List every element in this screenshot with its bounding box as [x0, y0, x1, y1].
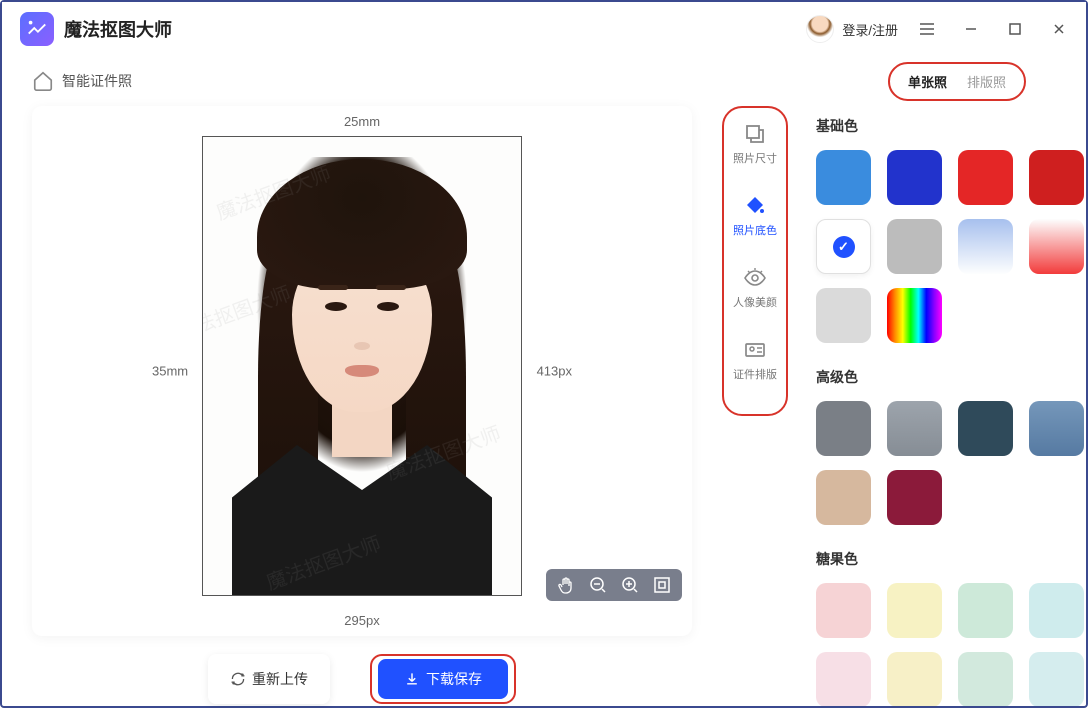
photo-preview[interactable]: 魔法抠图大师 魔法抠图大师 魔法抠图大师 魔法抠图大师: [202, 136, 522, 596]
color-swatch[interactable]: [887, 219, 942, 274]
color-swatch[interactable]: [887, 652, 942, 706]
tool-label: 照片尺寸: [733, 150, 777, 166]
basic-colors-heading: 基础色: [816, 116, 1058, 136]
color-swatch[interactable]: [1029, 401, 1084, 456]
reupload-label: 重新上传: [252, 669, 308, 689]
avatar[interactable]: [806, 15, 834, 43]
color-swatch[interactable]: [887, 288, 942, 343]
color-swatch[interactable]: [1029, 652, 1084, 706]
dimension-left: 35mm: [152, 364, 188, 379]
zoom-out-icon[interactable]: [588, 575, 608, 595]
tool-photo-size[interactable]: 照片尺寸: [733, 122, 777, 166]
tool-label: 人像美颜: [733, 294, 777, 310]
menu-icon[interactable]: [918, 20, 936, 38]
color-swatch[interactable]: [816, 470, 871, 525]
zoom-in-icon[interactable]: [620, 575, 640, 595]
dimension-right: 413px: [537, 364, 572, 379]
advanced-heading: 高级色: [816, 367, 1058, 387]
color-swatch[interactable]: [887, 583, 942, 638]
color-swatch[interactable]: [1029, 583, 1084, 638]
color-swatch[interactable]: [816, 401, 871, 456]
download-icon: [404, 671, 420, 687]
tool-label: 照片底色: [733, 222, 777, 238]
candy-heading: 糖果色: [816, 549, 1058, 569]
close-button[interactable]: [1050, 20, 1068, 38]
eye-icon: [743, 266, 767, 290]
reupload-button[interactable]: 重新上传: [208, 654, 330, 704]
color-swatch[interactable]: [958, 219, 1013, 274]
color-swatch[interactable]: [887, 470, 942, 525]
download-label: 下载保存: [426, 669, 482, 689]
tab-layout[interactable]: 排版照: [961, 69, 1012, 94]
color-swatch[interactable]: [887, 401, 942, 456]
color-swatch[interactable]: [1029, 219, 1084, 274]
download-button[interactable]: 下载保存: [378, 659, 508, 699]
tool-beauty[interactable]: 人像美颜: [733, 266, 777, 310]
tool-label: 证件排版: [733, 366, 777, 382]
side-tools: 照片尺寸 照片底色 人像美颜 证件排版: [722, 106, 788, 416]
color-swatch[interactable]: [816, 150, 871, 205]
home-icon[interactable]: [32, 70, 54, 92]
color-swatch[interactable]: [958, 150, 1013, 205]
view-tabs: 单张照 排版照: [888, 62, 1026, 101]
login-link[interactable]: 登录/注册: [842, 20, 898, 39]
color-swatch[interactable]: [816, 219, 871, 274]
dimension-bottom: 295px: [32, 613, 692, 628]
fit-screen-icon[interactable]: [652, 575, 672, 595]
color-swatch[interactable]: [816, 583, 871, 638]
hand-tool-icon[interactable]: [556, 575, 576, 595]
minimize-button[interactable]: [962, 20, 980, 38]
id-card-icon: [743, 338, 767, 362]
color-swatch[interactable]: [958, 583, 1013, 638]
breadcrumb-text: 智能证件照: [62, 71, 132, 91]
color-swatch[interactable]: [958, 652, 1013, 706]
resize-icon: [743, 122, 767, 146]
refresh-icon: [230, 671, 246, 687]
photo-zone: 25mm 35mm 413px 295px 魔法抠图大师: [32, 106, 692, 636]
color-swatch[interactable]: [1029, 150, 1084, 205]
app-logo: [20, 12, 54, 46]
dimension-top: 25mm: [32, 114, 692, 129]
color-swatch[interactable]: [958, 401, 1013, 456]
app-title: 魔法抠图大师: [64, 16, 172, 42]
paint-bucket-icon: [743, 194, 767, 218]
tool-photo-bg[interactable]: 照片底色: [733, 194, 777, 238]
tool-layout[interactable]: 证件排版: [733, 338, 777, 382]
zoom-controls: [546, 569, 682, 601]
color-swatch[interactable]: [887, 150, 942, 205]
color-swatch[interactable]: [816, 652, 871, 706]
tab-single[interactable]: 单张照: [902, 69, 953, 94]
maximize-button[interactable]: [1006, 20, 1024, 38]
color-swatch[interactable]: [816, 288, 871, 343]
